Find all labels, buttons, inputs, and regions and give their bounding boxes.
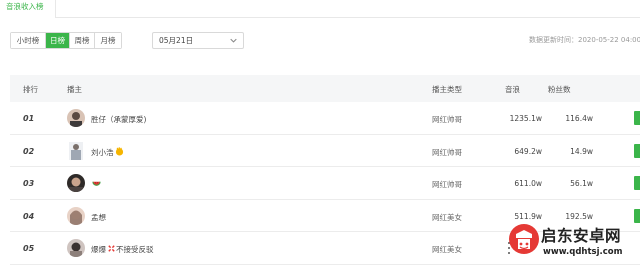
rank-number: 03 xyxy=(23,179,35,188)
watermark-url: www.qdhtsj.com xyxy=(543,247,623,257)
host-type: 网红帅哥 xyxy=(432,115,462,124)
action-tab[interactable] xyxy=(634,208,640,223)
host-type: 网红帅哥 xyxy=(432,180,462,189)
table-row[interactable]: 01 胜仔（承蒙厚爱) 网红帅哥 1235.1w 116.4w xyxy=(10,102,640,135)
fans-value: 14.9w xyxy=(570,146,593,156)
table-header: 排行 播主 播主类型 音浪 粉丝数 xyxy=(10,75,640,102)
host-name-wrap: 爆爆 不接受反驳 xyxy=(91,244,154,255)
fans-value: 192.5w xyxy=(565,211,593,221)
host-type: 网红美女 xyxy=(432,212,462,222)
period-toggle-group: 小时榜 日榜 周榜 月榜 xyxy=(10,32,122,49)
tab-voice-income-ranking[interactable]: 音浪收入榜 xyxy=(0,0,56,18)
table-row[interactable]: 03 网红帅哥 611.0w 56.1w xyxy=(10,167,640,200)
avatar xyxy=(67,174,85,192)
fans-value: 56.1w xyxy=(570,179,593,188)
table-row[interactable]: 02 刘小浩 网红帅哥 649.2w 14.9w xyxy=(10,135,640,167)
host-name[interactable]: 爆爆 xyxy=(91,245,106,254)
rank-number: 01 xyxy=(23,114,35,123)
host-name-wrap: 刘小浩 xyxy=(91,146,124,158)
action-tab[interactable] xyxy=(634,176,640,190)
host-name[interactable]: 胜仔（承蒙厚爱) xyxy=(91,114,146,125)
watermark-logo-icon xyxy=(509,224,539,254)
host-name-suffix: 不接受反驳 xyxy=(116,245,154,254)
avatar xyxy=(67,239,85,257)
date-select-value: 05月21日 xyxy=(159,36,194,45)
header-type: 播主类型 xyxy=(432,85,462,94)
avatar xyxy=(69,141,83,160)
voice-value: 611.0w xyxy=(514,179,542,188)
site-watermark: 启东安卓网 www.qdhtsj.com xyxy=(507,222,640,265)
rank-number: 02 xyxy=(23,146,35,156)
period-weekly-button[interactable]: 周榜 xyxy=(70,33,95,48)
fans-value: 116.4w xyxy=(565,114,593,123)
voice-value: 511.9w xyxy=(514,211,542,221)
action-tab[interactable] xyxy=(634,111,640,125)
header-fans: 粉丝数 xyxy=(548,85,571,94)
host-name[interactable]: 刘小浩 xyxy=(91,148,114,157)
watermark-title: 启东安卓网 xyxy=(541,227,622,245)
host-type: 网红美女 xyxy=(432,245,462,254)
header-rank: 排行 xyxy=(23,85,38,94)
date-select[interactable]: 05月21日 xyxy=(152,32,244,49)
host-name-wrap xyxy=(91,179,101,189)
period-hourly-button[interactable]: 小时榜 xyxy=(11,33,46,48)
rank-number: 05 xyxy=(23,244,35,253)
header-voice: 音浪 xyxy=(505,85,520,94)
anger-symbol-icon xyxy=(108,245,115,252)
chevron-down-icon xyxy=(230,38,237,43)
top-tab-bar: 音浪收入榜 xyxy=(0,0,640,18)
voice-value: 649.2w xyxy=(514,146,542,156)
host-type: 网红帅哥 xyxy=(432,147,462,157)
action-tab[interactable] xyxy=(634,143,640,158)
update-time: 数据更新时间：2020-05-22 04:00 xyxy=(529,36,640,44)
avatar xyxy=(67,206,85,225)
watermelon-icon xyxy=(92,181,101,186)
host-name[interactable]: 孟想 xyxy=(91,212,106,223)
waving-hand-icon xyxy=(115,146,123,156)
voice-value: 1235.1w xyxy=(509,114,542,123)
period-daily-button[interactable]: 日榜 xyxy=(46,33,70,48)
avatar xyxy=(67,109,85,127)
rank-number: 04 xyxy=(23,211,35,221)
period-monthly-button[interactable]: 月榜 xyxy=(95,33,121,48)
header-host: 播主 xyxy=(67,85,82,94)
